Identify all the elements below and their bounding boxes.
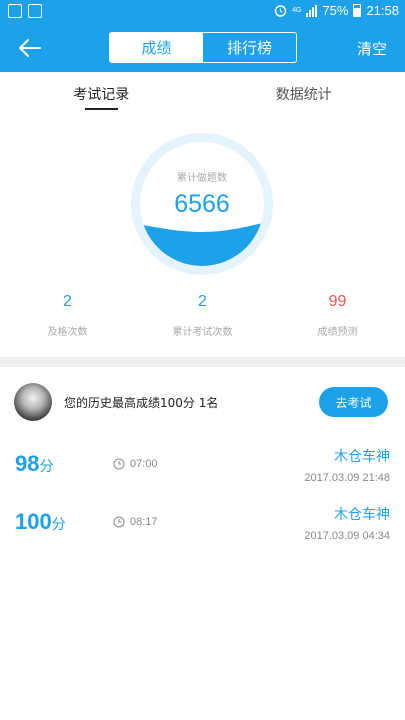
battery-icon xyxy=(353,4,362,17)
subtab-exam-records[interactable]: 考试记录 xyxy=(0,72,203,114)
stat-value: 2 xyxy=(198,293,207,310)
best-score-row: 您的历史最高成绩100分 1名 去考试 xyxy=(0,367,405,437)
record-date: 2017.03.09 21:48 xyxy=(304,472,390,484)
duration-text: 08:17 xyxy=(130,516,158,528)
stats-row: 2 及格次数 2 累计考试次数 99 成绩预测 xyxy=(0,290,405,338)
duration-text: 07:00 xyxy=(130,458,158,470)
stat-label: 成绩预测 xyxy=(317,327,358,338)
active-tab-indicator xyxy=(85,108,118,110)
best-score-text: 您的历史最高成绩100分 1名 xyxy=(64,396,219,410)
stat-pass-count: 2 及格次数 xyxy=(0,290,135,338)
record-duration: 08:17 xyxy=(113,516,158,528)
stat-value: 99 xyxy=(328,293,347,310)
arrow-left-icon xyxy=(19,39,41,57)
record-item[interactable]: 98分 07:00 木仓车神 2017.03.09 21:48 xyxy=(0,443,405,493)
tab-scores[interactable]: 成绩 xyxy=(110,33,203,62)
total-questions-value: 6566 xyxy=(174,190,230,218)
total-questions-label: 累计做题数 xyxy=(177,173,227,184)
avatar[interactable] xyxy=(14,383,52,421)
image-icon xyxy=(28,4,42,18)
notification-icon xyxy=(8,4,22,18)
subtab-statistics[interactable]: 数据统计 xyxy=(203,72,405,114)
subtabs: 考试记录 数据统计 xyxy=(0,72,405,114)
stat-label: 累计考试次数 xyxy=(172,327,233,338)
record-duration: 07:00 xyxy=(113,458,158,470)
score-unit: 分 xyxy=(51,517,66,533)
stat-score-prediction: 99 成绩预测 xyxy=(270,290,405,338)
section-divider xyxy=(0,357,405,367)
record-score: 98分 xyxy=(15,451,53,477)
back-button[interactable] xyxy=(16,34,44,62)
stat-value: 2 xyxy=(63,293,72,310)
tab-leaderboard[interactable]: 排行榜 xyxy=(203,33,296,62)
score-unit: 分 xyxy=(39,459,54,475)
battery-percent: 75% xyxy=(322,3,349,18)
score-value: 98 xyxy=(15,451,40,476)
network-type: 4G xyxy=(292,7,302,14)
record-date: 2017.03.09 04:34 xyxy=(304,530,390,542)
record-username: 木仓车神 xyxy=(334,507,390,523)
record-item[interactable]: 100分 08:17 木仓车神 2017.03.09 04:34 xyxy=(0,501,405,551)
clock-icon xyxy=(113,516,125,528)
stat-exam-count: 2 累计考试次数 xyxy=(135,290,270,338)
clock-icon xyxy=(113,458,125,470)
clock: 21:58 xyxy=(366,3,399,18)
status-bar: 4G 75% 21:58 xyxy=(0,0,405,24)
alarm-icon xyxy=(274,5,287,17)
clear-button[interactable]: 清空 xyxy=(357,38,387,59)
header-segmented-control: 成绩 排行榜 xyxy=(109,32,297,63)
record-score: 100分 xyxy=(15,509,66,535)
score-value: 100 xyxy=(15,509,52,534)
take-exam-button[interactable]: 去考试 xyxy=(319,387,388,417)
stat-label: 及格次数 xyxy=(47,327,88,338)
signal-icon xyxy=(306,4,318,17)
subtab-label: 数据统计 xyxy=(275,87,332,103)
record-username: 木仓车神 xyxy=(334,449,390,465)
app-bar: 成绩 排行榜 清空 xyxy=(0,24,405,72)
subtab-label: 考试记录 xyxy=(73,87,130,103)
